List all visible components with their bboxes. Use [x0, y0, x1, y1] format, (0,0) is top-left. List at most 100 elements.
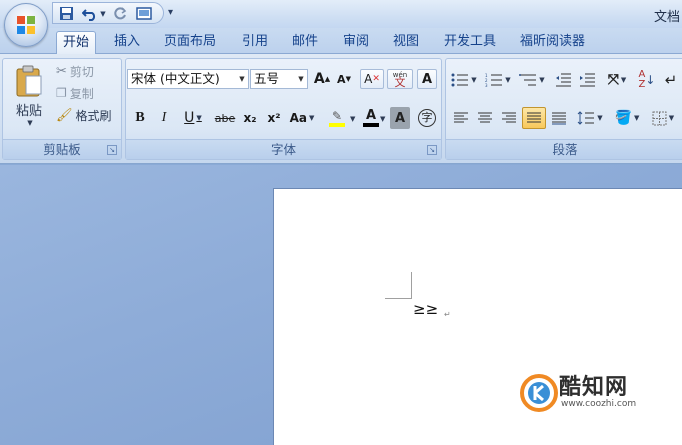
align-left-icon: [454, 112, 468, 122]
shrink-font-button[interactable]: A ▼: [334, 69, 354, 89]
chevron-down-icon[interactable]: ▼: [597, 114, 602, 122]
font-size-value: 五号: [254, 71, 280, 86]
align-right-button[interactable]: [498, 107, 520, 129]
change-case-button[interactable]: Aa ▼: [288, 107, 316, 129]
chevron-down-icon[interactable]: ▼: [505, 76, 510, 84]
paste-icon: [16, 65, 42, 97]
chevron-down-icon[interactable]: ▼: [196, 114, 201, 122]
char-shading-icon: A: [394, 110, 406, 126]
bold-icon: B: [135, 110, 145, 125]
subscript-button[interactable]: x₂: [240, 107, 260, 129]
copy-label: 复制: [69, 86, 94, 101]
tab-foxit-reader[interactable]: 福昕阅读器: [514, 31, 591, 54]
numbering-icon: 123: [485, 73, 503, 87]
align-left-button[interactable]: [450, 107, 472, 129]
chevron-down-icon[interactable]: ▼: [380, 115, 385, 123]
tab-view[interactable]: 视图: [387, 31, 425, 54]
coozhi-logo-icon: [520, 374, 558, 412]
chevron-down-icon[interactable]: ▼: [634, 114, 639, 122]
tab-review[interactable]: 审阅: [337, 31, 375, 54]
chevron-down-icon[interactable]: ▼: [539, 76, 544, 84]
grow-font-button[interactable]: A ▲: [312, 69, 332, 89]
underline-button[interactable]: U ▼: [178, 107, 208, 129]
paragraph-mark: ↵: [444, 310, 451, 319]
shading-button[interactable]: 🪣 ▼: [610, 107, 644, 129]
font-color-icon: A: [365, 108, 377, 123]
save-icon[interactable]: [57, 5, 75, 22]
char-border-icon: A: [421, 71, 433, 87]
tab-mailings[interactable]: 邮件: [286, 31, 324, 54]
bullets-button[interactable]: ▼: [448, 69, 480, 91]
multilevel-list-icon: [519, 74, 537, 86]
tab-references[interactable]: 引用: [236, 31, 274, 54]
align-center-icon: [478, 112, 492, 122]
clear-format-button[interactable]: A ✕: [360, 69, 384, 89]
line-spacing-icon: [577, 111, 595, 125]
subscript-icon: x₂: [243, 111, 257, 125]
highlight-button[interactable]: ✎: [322, 107, 352, 129]
numbering-button[interactable]: 1 2 3 ▼: [482, 69, 514, 91]
font-name-value: 宋体 (中文正文): [131, 71, 220, 86]
format-painter-button[interactable]: 🖌 格式刷: [53, 105, 115, 125]
underline-icon: U: [184, 110, 195, 126]
tab-home[interactable]: 开始: [56, 31, 97, 54]
chevron-down-icon[interactable]: ▼: [295, 70, 307, 88]
redo-icon[interactable]: [111, 5, 129, 22]
char-shading-button[interactable]: A: [390, 107, 410, 129]
cut-button[interactable]: ✂ 剪切: [53, 61, 97, 81]
print-preview-icon[interactable]: [135, 5, 153, 22]
dialog-launcher-icon[interactable]: ↘: [427, 145, 437, 155]
chevron-down-icon[interactable]: ▼: [669, 114, 674, 122]
brush-icon: 🖌: [56, 107, 73, 123]
multilevel-list-button[interactable]: ▼: [516, 69, 548, 91]
italic-icon: I: [161, 110, 167, 125]
ribbon-tab-row: 开始 插入 页面布局 引用 邮件 审阅 视图 开发工具 福昕阅读器: [0, 28, 682, 54]
grow-font-icon: A: [313, 71, 325, 87]
chinese-layout-icon: ⤧: [607, 72, 619, 88]
ribbon: 粘贴 ▼ ✂ 剪切 ❐ 复制 🖌 格式刷 剪贴板 ↘ 宋体 (中文正文) ▼ 五…: [0, 54, 682, 164]
undo-icon[interactable]: [81, 5, 99, 22]
chevron-down-icon[interactable]: ▼: [309, 114, 314, 122]
office-button[interactable]: [4, 3, 48, 47]
chevron-down-icon[interactable]: ▼: [350, 115, 355, 123]
bold-button[interactable]: B: [130, 107, 150, 129]
align-center-button[interactable]: [474, 107, 496, 129]
scissors-icon: ✂: [56, 63, 67, 79]
line-spacing-button[interactable]: ▼: [574, 107, 606, 129]
change-case-icon: Aa: [289, 111, 307, 125]
show-marks-button[interactable]: ↵: [660, 69, 682, 91]
tab-developer[interactable]: 开发工具: [438, 31, 502, 54]
paste-button[interactable]: 粘贴 ▼: [7, 61, 51, 137]
quick-access-toolbar: ▼: [52, 2, 164, 24]
clear-format-icon: A: [364, 72, 373, 86]
font-name-combo[interactable]: 宋体 (中文正文) ▼: [127, 69, 249, 89]
superscript-button[interactable]: x²: [264, 107, 284, 129]
char-border-button[interactable]: A: [417, 69, 437, 89]
dialog-launcher-icon[interactable]: ↘: [107, 145, 117, 155]
distribute-button[interactable]: [548, 107, 570, 129]
copy-icon: ❐: [56, 86, 67, 100]
tab-page-layout[interactable]: 页面布局: [158, 31, 222, 54]
enclose-char-button[interactable]: 字: [416, 107, 438, 129]
watermark: 酷知网 www.coozhi.com: [519, 369, 669, 417]
font-size-combo[interactable]: 五号 ▼: [250, 69, 308, 89]
chinese-layout-button[interactable]: ⤧ ▼: [602, 69, 632, 91]
borders-button[interactable]: ▼: [646, 107, 680, 129]
increase-indent-button[interactable]: [576, 69, 598, 91]
document-text[interactable]: ≥≥: [413, 300, 438, 318]
chevron-down-icon[interactable]: ▼: [236, 70, 248, 88]
undo-dropdown-icon[interactable]: ▼: [99, 5, 107, 22]
decrease-indent-button[interactable]: [552, 69, 574, 91]
phonetic-guide-button[interactable]: wén 文: [387, 69, 413, 89]
chevron-down-icon[interactable]: ▼: [621, 76, 626, 84]
justify-button[interactable]: [522, 107, 546, 129]
sort-button[interactable]: A Z ↓: [636, 69, 658, 91]
chevron-down-icon: ▼: [27, 119, 33, 127]
copy-button[interactable]: ❐ 复制: [53, 83, 97, 103]
italic-button[interactable]: I: [154, 107, 174, 129]
chevron-down-icon[interactable]: ▼: [471, 76, 476, 84]
strikethrough-button[interactable]: abe: [212, 107, 238, 129]
highlight-color-swatch: [329, 123, 345, 127]
tab-insert[interactable]: 插入: [108, 31, 146, 54]
customize-qat-button[interactable]: ▾: [168, 5, 180, 21]
